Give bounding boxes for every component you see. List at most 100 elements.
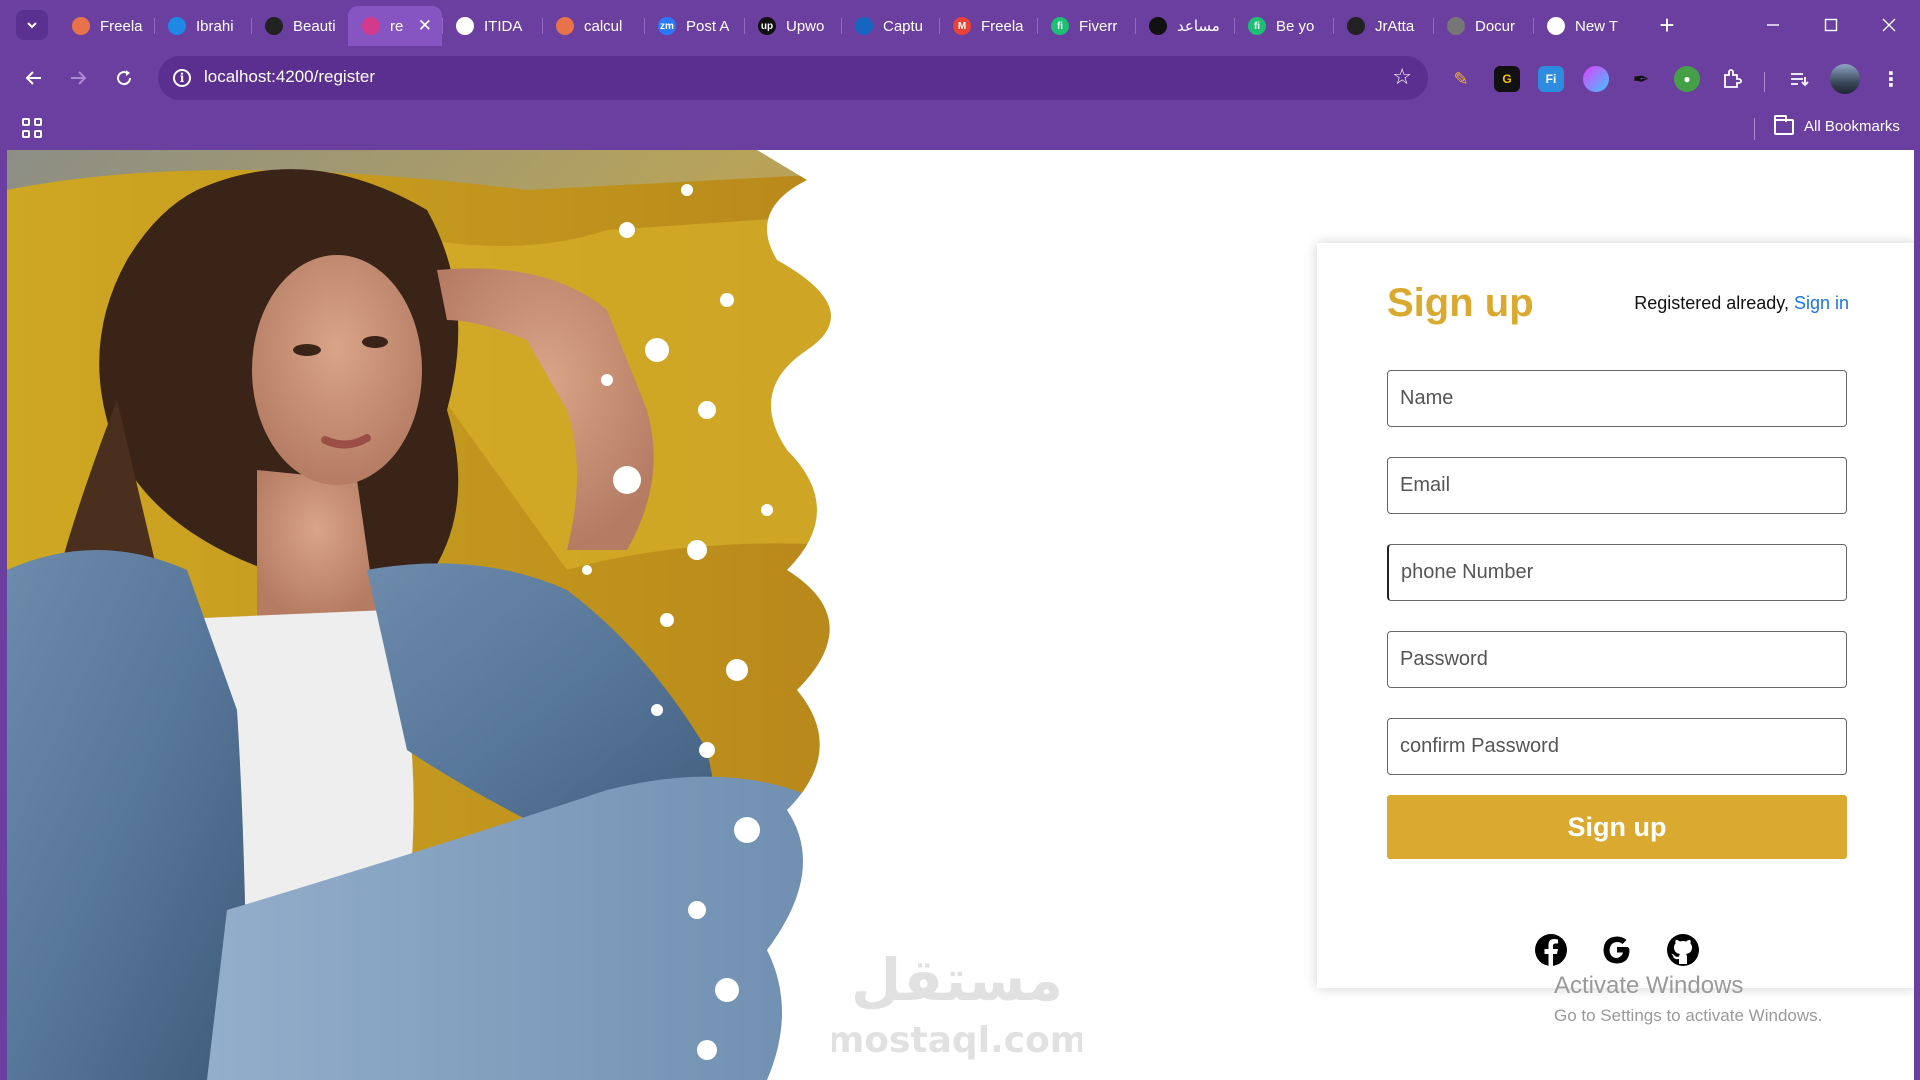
extension-green-icon[interactable]: ● [1674,66,1700,92]
tab[interactable]: Docur [1433,6,1533,46]
maximize-button[interactable] [1802,0,1860,50]
password-input[interactable] [1387,631,1847,688]
close-window-button[interactable] [1860,0,1918,50]
close-icon [1882,18,1896,32]
angular-icon [362,17,380,35]
chevron-down-icon [27,22,37,29]
chrome-icon [1547,17,1565,35]
extension-person-icon[interactable]: ✎ [1448,66,1474,92]
phone-number-input[interactable] [1387,544,1847,601]
tab[interactable]: مساعد [1135,6,1234,46]
confirm-password-input[interactable] [1387,718,1847,775]
tab-title: JrAtta [1375,17,1415,35]
tab[interactable]: Beauti [251,6,348,46]
extensions-puzzle-icon[interactable] [1719,66,1745,92]
freelancer-icon [72,17,90,35]
tab-title: Docur [1475,17,1516,35]
facebook-icon[interactable] [1534,933,1568,967]
tab[interactable]: re ✕ [348,6,442,46]
close-tab-icon[interactable]: ✕ [418,16,432,36]
tab-title: Freela [981,17,1024,35]
signup-button[interactable]: Sign up [1387,795,1847,859]
zm-icon: zm [658,17,676,35]
eyedropper-icon[interactable]: ✒ [1628,66,1654,92]
name-input[interactable] [1387,370,1847,427]
tab[interactable]: Freela [58,6,154,46]
folder-icon [1774,114,1794,135]
extension-grammar-icon[interactable]: G [1494,66,1520,92]
extension-colorful-icon[interactable] [1583,66,1609,92]
github-icon[interactable] [1666,933,1700,967]
tab[interactable]: zm Post A [644,6,744,46]
arrow-left-icon [25,71,41,85]
tab[interactable]: New T [1533,6,1633,46]
tab-title: ITIDA [484,17,523,35]
forward-button[interactable] [60,60,96,96]
minimize-icon [1767,24,1779,26]
trello-icon [855,17,873,35]
google-icon[interactable] [1600,933,1634,967]
tab[interactable]: calcul [542,6,644,46]
tab-title: Freela [100,17,143,35]
browser-toolbar: i localhost:4200/register ☆ ✎ G Fi ✒ ● ⋮ [0,50,1920,108]
back-button[interactable] [16,60,52,96]
bookmark-star-icon[interactable]: ☆ [1392,64,1412,90]
document-icon [1447,17,1465,35]
all-bookmarks-button[interactable]: All Bookmarks [1774,114,1900,135]
tab-title: Captu [883,17,924,35]
apps-grid-icon[interactable] [22,118,42,138]
tab-title: Be yo [1276,17,1315,35]
site-info-icon[interactable]: i [168,64,196,92]
watermark-latin: mostaql.com [832,1020,1082,1061]
profile-avatar[interactable] [1830,64,1860,94]
extension-fi-icon[interactable]: Fi [1538,66,1564,92]
tab[interactable]: fi Be yo [1234,6,1333,46]
tab-search-button[interactable] [16,10,48,40]
registered-already-text: Registered already, Sign in [1634,293,1849,314]
tab[interactable]: ITIDA [442,6,542,46]
freelancer-icon [556,17,574,35]
activate-windows-subtitle: Go to Settings to activate Windows. [1554,1006,1823,1025]
tab[interactable]: Ibrahi [154,6,251,46]
registered-already-label: Registered already, [1634,293,1794,313]
tab-title: New T [1575,17,1619,35]
reading-list-icon[interactable] [1786,66,1812,92]
tab[interactable]: JrAtta [1333,6,1433,46]
watermark-arabic: مستقل [851,946,1063,1014]
minimize-button[interactable] [1744,0,1802,50]
signin-link[interactable]: Sign in [1794,293,1849,313]
gmail-icon: M [953,17,971,35]
tab-title: Beauti [293,17,336,35]
activate-windows-title: Activate Windows [1554,972,1744,999]
upwork-icon: up [758,17,776,35]
tab-list: Freela Ibrahi Beauti re ✕ ITIDA calcul zm Post A… [58,6,1633,46]
tab-title: Upwo [786,17,825,35]
hero-image [7,150,927,1080]
reload-button[interactable] [106,60,142,96]
tab-title: مساعد [1177,18,1220,35]
signup-card: Sign up Registered already, Sign in Sign… [1317,243,1914,988]
tab[interactable]: up Upwo [744,6,841,46]
tab-strip: Freela Ibrahi Beauti re ✕ ITIDA calcul zm Post A… [0,0,1920,50]
tab[interactable]: fi Fiverr [1037,6,1135,46]
fiverr-icon: fi [1051,17,1069,35]
tab-title: Post A [686,17,730,35]
tab[interactable]: Captu [841,6,939,46]
url-text[interactable]: localhost:4200/register [204,67,375,87]
circle-app-icon [168,17,186,35]
all-bookmarks-label: All Bookmarks [1804,118,1900,135]
chatgpt-icon [1149,17,1167,35]
menu-kebab-icon[interactable]: ⋮ [1878,66,1904,92]
signup-title: Sign up [1387,281,1534,325]
mostaql-watermark-logo: مستقل mostaql.com [832,946,1082,1061]
email-input[interactable] [1387,457,1847,514]
bookmarks-bar: All Bookmarks [0,108,1920,150]
tab-title: calcul [584,17,623,35]
address-bar[interactable]: i localhost:4200/register ☆ [158,56,1428,100]
tab[interactable]: M Freela [939,6,1037,46]
new-tab-button[interactable]: + [1650,8,1684,42]
arrow-right-icon [71,71,87,85]
reload-icon [117,70,132,86]
figma-icon [265,17,283,35]
tab-title: Ibrahi [196,17,234,35]
